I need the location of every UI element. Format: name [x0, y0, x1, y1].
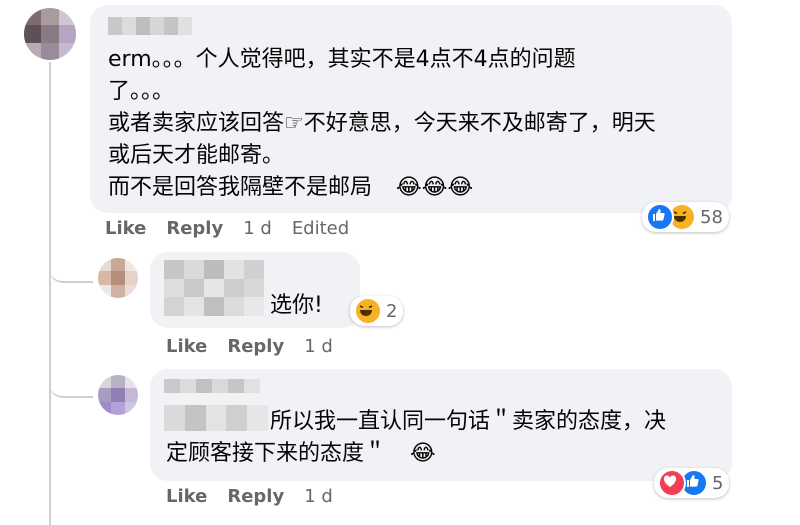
edited-label[interactable]: Edited: [292, 218, 349, 239]
blurred-author-name[interactable]: [164, 379, 260, 393]
comment-actions: Like Reply 1 d: [166, 336, 353, 357]
timestamp[interactable]: 1 d: [243, 218, 272, 239]
avatar[interactable]: [24, 8, 76, 60]
reaction-count: 58: [700, 206, 723, 228]
thread-connector-1: [49, 235, 93, 283]
like-icon: [646, 203, 674, 231]
comment-actions: Like Reply 1 d Edited: [105, 218, 369, 239]
timestamp[interactable]: 1 d: [304, 486, 333, 507]
blurred-author-name[interactable]: [164, 260, 264, 316]
reply-button[interactable]: Reply: [227, 336, 284, 357]
laugh-icon: [354, 297, 382, 325]
blurred-author-name[interactable]: [108, 17, 192, 35]
laughing-emoji-icon: 😂: [421, 175, 448, 200]
thread-line-main: [49, 62, 51, 525]
comment-bubble: [150, 252, 360, 328]
reaction-summary[interactable]: 5: [654, 468, 730, 498]
reply-button[interactable]: Reply: [166, 218, 223, 239]
laughing-emoji-icon: 😂: [447, 175, 474, 200]
comment-text: 选你!: [270, 293, 323, 318]
avatar[interactable]: [98, 375, 138, 415]
emoji-row: 😂😂😂: [396, 172, 473, 204]
thread-connector-2: [49, 350, 93, 398]
like-button[interactable]: Like: [105, 218, 146, 239]
like-button[interactable]: Like: [166, 336, 207, 357]
reaction-summary[interactable]: 2: [350, 296, 404, 326]
love-icon: [658, 469, 686, 497]
reaction-summary[interactable]: 58: [642, 202, 729, 232]
reply-button[interactable]: Reply: [227, 486, 284, 507]
comment-text: 所以我一直认同一句话＂卖家的态度，决 定顾客接下来的态度＂: [166, 409, 667, 466]
avatar[interactable]: [98, 258, 138, 298]
reaction-count: 5: [712, 472, 724, 494]
laughing-emoji-icon: 😂: [410, 441, 436, 466]
timestamp[interactable]: 1 d: [304, 336, 333, 357]
reaction-count: 2: [386, 300, 398, 322]
comment-actions: Like Reply 1 d: [166, 486, 353, 507]
like-button[interactable]: Like: [166, 486, 207, 507]
laughing-emoji-icon: 😂: [396, 175, 422, 200]
